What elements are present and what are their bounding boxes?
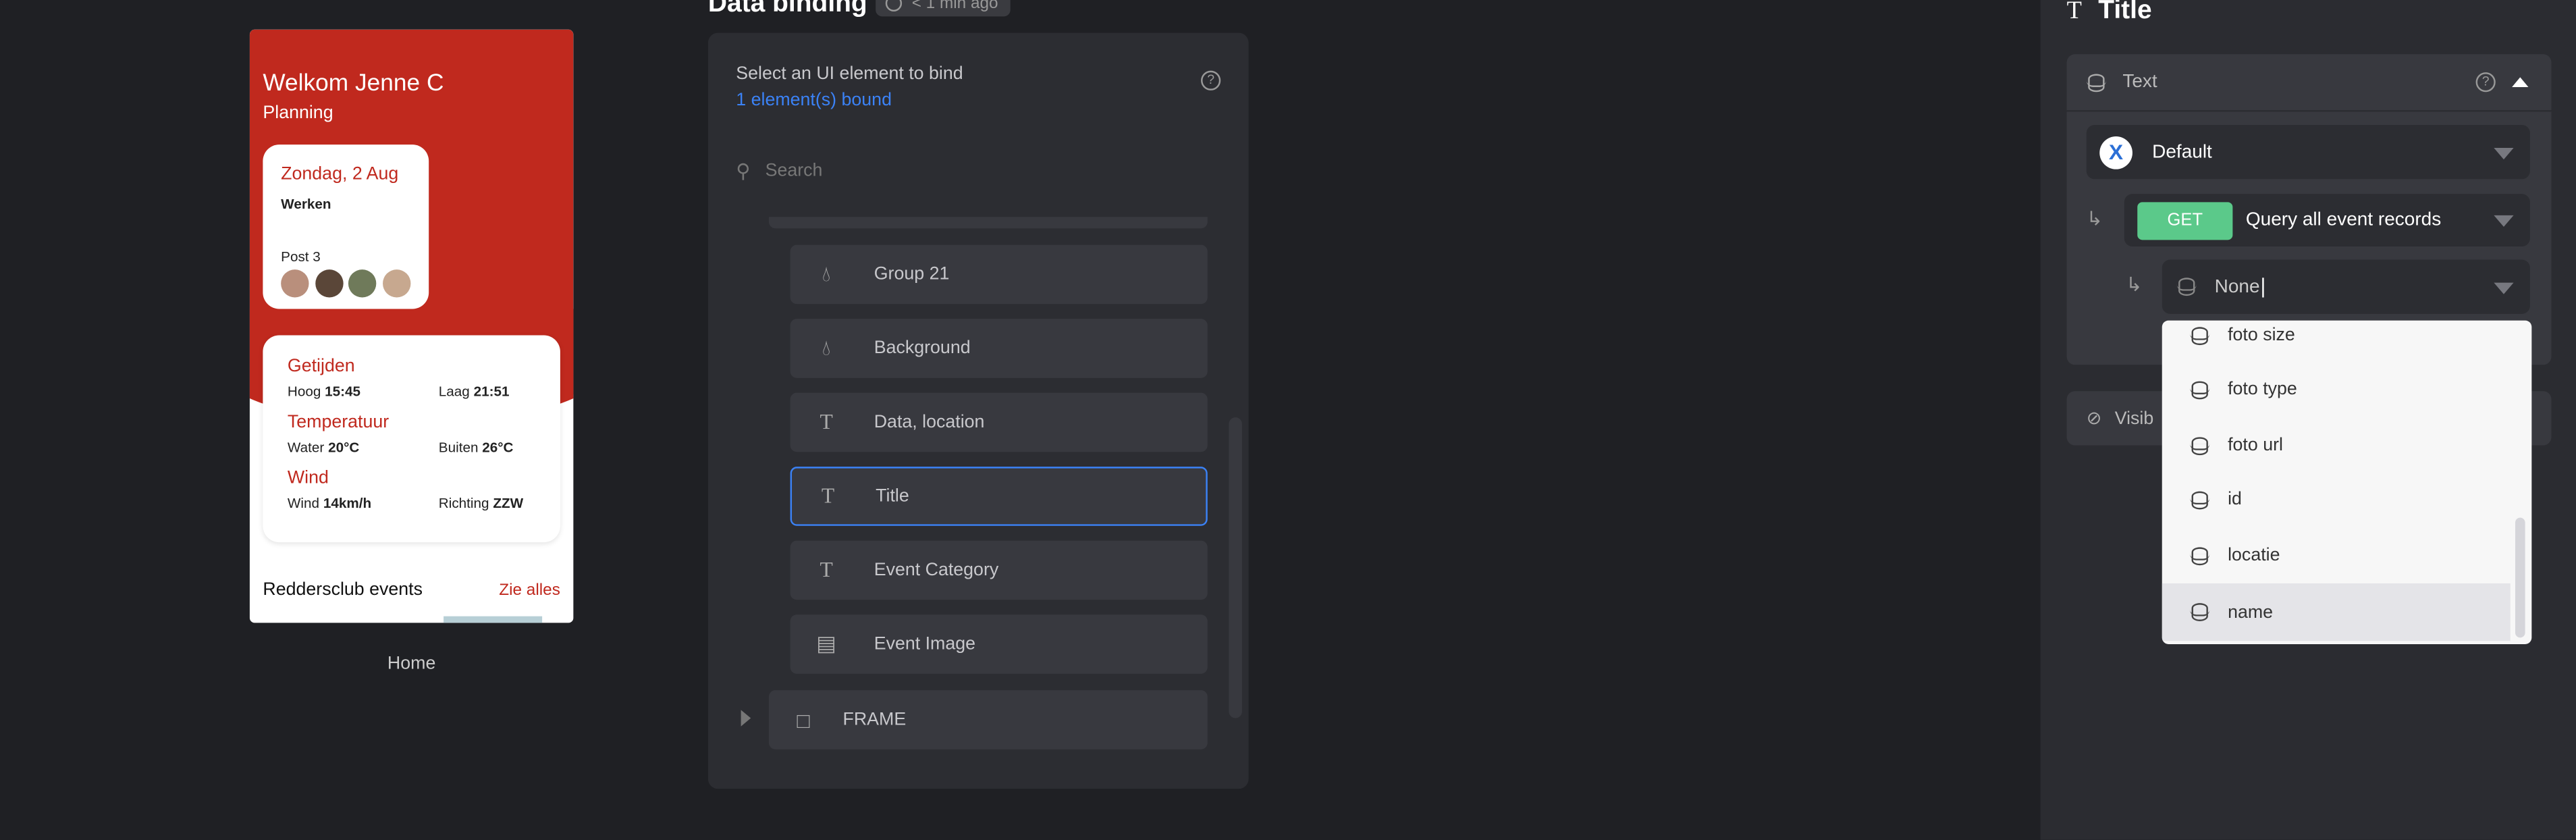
check-circle-icon bbox=[885, 0, 903, 12]
database-icon bbox=[2191, 603, 2209, 621]
subtitle: Planning bbox=[263, 103, 333, 124]
query-select[interactable]: GET Query all event records bbox=[2124, 194, 2530, 247]
search-icon: ⚲ bbox=[736, 159, 751, 183]
dropdown-option[interactable]: locatie bbox=[2162, 527, 2511, 583]
search-input[interactable]: ⚲ Search bbox=[736, 156, 1212, 186]
text-icon: T bbox=[2066, 0, 2082, 24]
help-icon[interactable]: ? bbox=[1201, 70, 1221, 90]
database-icon bbox=[2191, 546, 2209, 565]
expand-arrow-icon[interactable] bbox=[741, 710, 751, 727]
field-dropdown-menu: foto size foto type foto url id locatie … bbox=[2162, 320, 2532, 645]
field-select-input[interactable]: None bbox=[2162, 259, 2530, 314]
database-icon bbox=[2177, 278, 2196, 296]
section-header[interactable]: Text ? bbox=[2066, 54, 2552, 112]
chevron-down-icon bbox=[2494, 282, 2514, 294]
dropdown-option[interactable]: foto size bbox=[2162, 321, 2511, 363]
layer-item[interactable]: 💧︎ Group 21 bbox=[790, 244, 1208, 305]
dropdown-option[interactable]: foto url bbox=[2162, 417, 2511, 473]
nested-arrow-icon: ↳ bbox=[2126, 272, 2143, 296]
text-icon: T bbox=[820, 409, 833, 434]
nested-arrow-icon: ↳ bbox=[2086, 207, 2103, 230]
screen-label: Home bbox=[387, 654, 436, 674]
layer-item[interactable]: T Event Category bbox=[790, 540, 1208, 600]
weather-card: Getijden Hoog 15:45 Laag 21:51 Temperatu… bbox=[263, 335, 560, 543]
text-icon: T bbox=[821, 483, 835, 508]
instruction: Select an UI element to bind bbox=[736, 63, 963, 84]
avatar bbox=[281, 269, 309, 298]
avatar bbox=[383, 269, 411, 298]
image-icon: ▤ bbox=[816, 631, 837, 656]
dropdown-option[interactable]: id bbox=[2162, 471, 2511, 527]
data-source-select[interactable]: X Default bbox=[2086, 124, 2530, 180]
phone-preview[interactable]: Welkom Jenne C Planning Zondag, 2 Aug We… bbox=[249, 29, 574, 623]
database-icon bbox=[2191, 490, 2209, 509]
avatar bbox=[348, 269, 377, 298]
layer-item-frame[interactable]: □ FRAME bbox=[768, 690, 1208, 750]
frame-icon: □ bbox=[797, 707, 810, 733]
get-method-badge: GET bbox=[2137, 201, 2233, 240]
dropdown-scrollbar[interactable] bbox=[2515, 517, 2525, 638]
dropdown-option-highlighted[interactable]: name bbox=[2162, 583, 2511, 641]
help-icon[interactable]: ? bbox=[2475, 72, 2496, 93]
database-icon bbox=[2191, 436, 2209, 454]
see-all-link[interactable]: Zie alles bbox=[499, 582, 560, 600]
eye-off-icon: ⊘ bbox=[2086, 409, 2102, 429]
binding-panel: Select an UI element to bind 1 element(s… bbox=[707, 32, 1249, 789]
drop-icon: 💧︎ bbox=[822, 335, 831, 360]
chevron-down-icon bbox=[2494, 215, 2514, 227]
greeting: Welkom Jenne C bbox=[263, 70, 444, 97]
chevron-down-icon bbox=[2494, 147, 2514, 159]
collapse-icon[interactable] bbox=[2512, 77, 2529, 87]
database-icon bbox=[2191, 326, 2209, 344]
drop-icon: 💧︎ bbox=[822, 261, 831, 286]
inspector-title: Title bbox=[2098, 0, 2152, 25]
source-logo-icon: X bbox=[2099, 135, 2132, 169]
bound-count-link[interactable]: 1 element(s) bound bbox=[736, 90, 892, 110]
page-title: Data binding bbox=[707, 0, 867, 18]
layer-item-selected[interactable]: T Title bbox=[790, 467, 1208, 526]
scrollbar[interactable] bbox=[1229, 417, 1242, 718]
avatar bbox=[315, 269, 344, 298]
events-title: Reddersclub events bbox=[263, 580, 423, 600]
layer-item[interactable]: 💧︎ Background bbox=[790, 319, 1208, 378]
layer-item[interactable]: ▤ Event Image bbox=[790, 614, 1208, 674]
save-status-badge: < 1 min ago bbox=[876, 0, 1011, 17]
dropdown-option[interactable]: foto type bbox=[2162, 361, 2511, 417]
text-icon: T bbox=[820, 557, 833, 582]
database-icon bbox=[2087, 73, 2105, 92]
database-icon bbox=[2191, 380, 2209, 399]
layer-item[interactable]: T Data, location bbox=[790, 392, 1208, 452]
